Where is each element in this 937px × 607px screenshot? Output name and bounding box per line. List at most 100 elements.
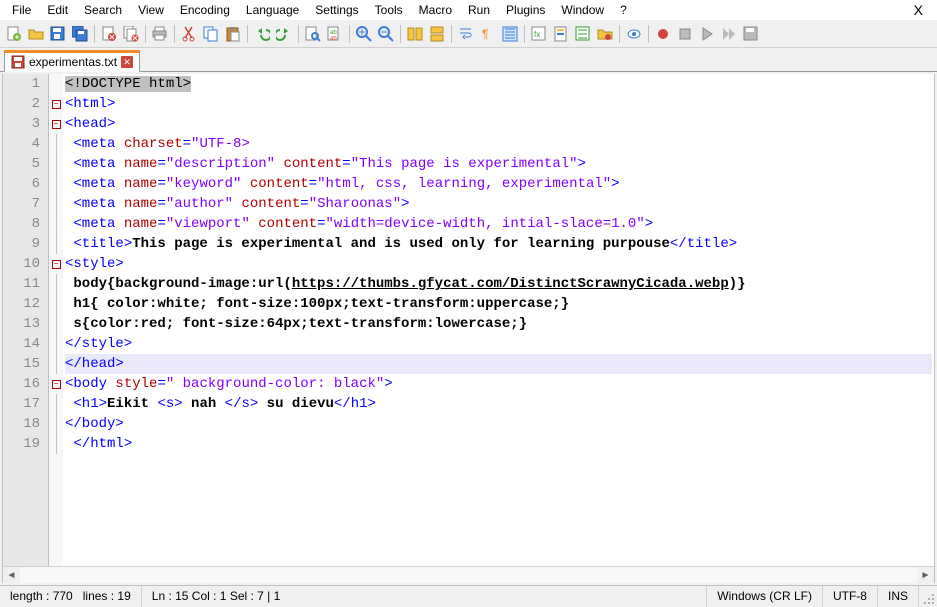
menu-file[interactable]: File [4, 1, 39, 19]
line-number: 6 [3, 174, 40, 194]
horizontal-scrollbar[interactable]: ◄ ► [3, 566, 934, 583]
menu-settings[interactable]: Settings [307, 1, 366, 19]
save-all-icon[interactable] [70, 24, 90, 44]
fold-marker [49, 134, 63, 154]
code-line[interactable]: <html> [65, 94, 932, 114]
close-icon-tb[interactable] [99, 24, 119, 44]
record-macro-icon[interactable] [653, 24, 673, 44]
undo-icon[interactable] [252, 24, 272, 44]
code-line[interactable]: <h1>Eikit <s> nah </s> su dievu</h1> [65, 394, 932, 414]
fold-marker[interactable]: − [49, 254, 63, 274]
code-line[interactable]: <style> [65, 254, 932, 274]
code-line[interactable]: <meta name="keyword" content="html, css,… [65, 174, 932, 194]
window-close[interactable]: X [904, 2, 933, 18]
fold-marker [49, 334, 63, 354]
indent-guide-icon[interactable] [500, 24, 520, 44]
code-line[interactable]: <head> [65, 114, 932, 134]
redo-icon[interactable] [274, 24, 294, 44]
line-number: 15 [3, 354, 40, 374]
line-number: 17 [3, 394, 40, 414]
code-line[interactable]: </head> [65, 354, 932, 374]
fold-marker[interactable]: − [49, 114, 63, 134]
toolbar-separator [619, 25, 620, 43]
fold-marker [49, 414, 63, 434]
menu-language[interactable]: Language [238, 1, 307, 19]
menu-plugins[interactable]: Plugins [498, 1, 553, 19]
folder-icon[interactable] [595, 24, 615, 44]
svg-text:fx: fx [534, 30, 540, 39]
copy-icon[interactable] [201, 24, 221, 44]
tab-close-button[interactable]: ✕ [121, 56, 133, 68]
toolbar-separator [298, 25, 299, 43]
scroll-left-button[interactable]: ◄ [3, 567, 20, 583]
editor: 12345678910111213141516171819 −−−− <!DOC… [2, 74, 935, 583]
toolbar-separator [247, 25, 248, 43]
menu-tools[interactable]: Tools [367, 1, 411, 19]
save-macro-icon[interactable] [741, 24, 761, 44]
line-number: 16 [3, 374, 40, 394]
zoom-out-icon[interactable] [376, 24, 396, 44]
disk-unsaved-icon [11, 55, 25, 69]
menu-window[interactable]: Window [553, 1, 612, 19]
replace-icon[interactable]: abab [325, 24, 345, 44]
func-list-icon[interactable] [573, 24, 593, 44]
menu-run[interactable]: Run [460, 1, 498, 19]
file-tab[interactable]: experimentas.txt ✕ [4, 50, 140, 72]
code-line[interactable]: <!DOCTYPE html> [65, 74, 932, 94]
status-encoding: UTF-8 [823, 586, 878, 607]
scroll-right-button[interactable]: ► [917, 567, 934, 583]
code-line[interactable]: </style> [65, 334, 932, 354]
code-line[interactable]: <meta name="author" content="Sharoonas"> [65, 194, 932, 214]
tab-bar: experimentas.txt ✕ [0, 48, 937, 72]
status-position: Ln : 15 Col : 1 Sel : 7 | 1 [142, 586, 708, 607]
line-number: 13 [3, 314, 40, 334]
save-icon[interactable] [48, 24, 68, 44]
fold-marker[interactable]: − [49, 374, 63, 394]
stop-macro-icon[interactable] [675, 24, 695, 44]
close-all-icon[interactable] [121, 24, 141, 44]
scroll-track[interactable] [20, 567, 917, 583]
new-file-icon[interactable] [4, 24, 24, 44]
code-line[interactable]: <title>This page is experimental and is … [65, 234, 932, 254]
sync-v-icon[interactable] [405, 24, 425, 44]
toolbar-separator [94, 25, 95, 43]
fold-column: −−−− [49, 74, 63, 566]
play-macro-icon[interactable] [697, 24, 717, 44]
fold-marker[interactable]: − [49, 94, 63, 114]
menu-macro[interactable]: Macro [411, 1, 460, 19]
code-line[interactable]: body{background-image:url(https://thumbs… [65, 274, 932, 294]
sync-h-icon[interactable] [427, 24, 447, 44]
svg-text:ab: ab [330, 36, 337, 42]
paste-icon[interactable] [223, 24, 243, 44]
doc-map-icon[interactable] [551, 24, 571, 44]
code-line[interactable]: <meta name="viewport" content="width=dev… [65, 214, 932, 234]
code-line[interactable]: <meta name="description" content="This p… [65, 154, 932, 174]
monitor-icon[interactable] [624, 24, 644, 44]
code-line[interactable]: <meta charset="UTF-8> [65, 134, 932, 154]
code-line[interactable]: </html> [65, 434, 932, 454]
menu-encoding[interactable]: Encoding [172, 1, 238, 19]
lang-icon[interactable]: fx [529, 24, 549, 44]
menu-view[interactable]: View [130, 1, 172, 19]
code-area[interactable]: <!DOCTYPE html><html><head> <meta charse… [63, 74, 934, 566]
find-icon[interactable] [303, 24, 323, 44]
wrap-icon[interactable] [456, 24, 476, 44]
line-number: 10 [3, 254, 40, 274]
code-line[interactable]: <body style=" background-color: black"> [65, 374, 932, 394]
code-line[interactable]: h1{ color:white; font-size:100px;text-tr… [65, 294, 932, 314]
cut-icon[interactable] [179, 24, 199, 44]
fold-marker [49, 174, 63, 194]
status-bar: length : 770 lines : 19 Ln : 15 Col : 1 … [0, 585, 937, 607]
code-line[interactable]: s{color:red; font-size:64px;text-transfo… [65, 314, 932, 334]
menu-help[interactable]: ? [612, 1, 635, 19]
menu-search[interactable]: Search [76, 1, 130, 19]
print-icon[interactable] [150, 24, 170, 44]
open-file-icon[interactable] [26, 24, 46, 44]
code-line[interactable]: </body> [65, 414, 932, 434]
line-number: 1 [3, 74, 40, 94]
play-multi-icon[interactable] [719, 24, 739, 44]
menu-edit[interactable]: Edit [39, 1, 76, 19]
toolbar-separator [349, 25, 350, 43]
all-chars-icon[interactable]: ¶ [478, 24, 498, 44]
zoom-in-icon[interactable] [354, 24, 374, 44]
